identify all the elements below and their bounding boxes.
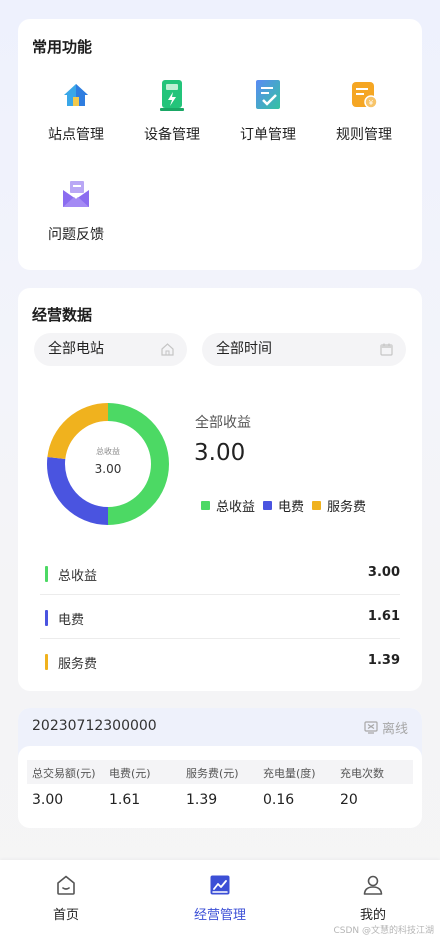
stat-label: 电费 [58, 613, 85, 628]
table-cell: 20 [340, 792, 358, 808]
table-header-cell: 电费(元) [109, 767, 151, 780]
station-management-button[interactable]: 站点管理 [28, 78, 124, 144]
table-header-cell: 充电次数 [340, 767, 384, 780]
rule-icon: ¥ [352, 82, 378, 109]
offline-status: 离线 [364, 718, 408, 737]
home-icon [57, 875, 75, 895]
charger-icon [160, 80, 184, 111]
stat-value: 1.61 [367, 609, 400, 624]
station-stats-table: 总交易额(元) 电费(元) 服务费(元) 充电量(度) 充电次数 3.00 1.… [18, 746, 422, 828]
watermark: CSDN @文慧的科技江湖 [333, 926, 434, 936]
stat-color-bar [45, 610, 48, 626]
order-icon [256, 80, 280, 109]
nav-label: 经营管理 [193, 908, 246, 923]
stat-row-service: 服务费 1.39 [40, 640, 400, 684]
table-header-cell: 总交易额(元) [32, 767, 96, 780]
donut-center-value: 3.00 [94, 462, 122, 476]
table-cell: 1.61 [109, 792, 141, 808]
station-card[interactable]: 20230712300000 离线 总交易额(元) 电费(元) 服务费(元) 充… [18, 708, 422, 828]
user-icon [363, 875, 383, 895]
time-filter-select[interactable]: 全部时间 [202, 333, 406, 366]
offline-label: 离线 [381, 722, 408, 737]
legend-label: 电费 [278, 500, 305, 515]
rule-management-label: 规则管理 [336, 127, 392, 143]
chart-icon [210, 875, 230, 895]
business-data-card: 经营数据 全部电站 全部时间 总收益 3.00 全部收益 3.00 总收益 电费… [18, 288, 422, 691]
legend-item-total: 总收益 [201, 496, 255, 515]
legend-swatch [263, 501, 272, 510]
order-management-label: 订单管理 [240, 127, 296, 143]
station-filter-value: 全部电站 [48, 341, 104, 357]
legend-swatch [312, 501, 321, 510]
bottom-nav: 首页 经营管理 我的 CSDN @文慧的科技江湖 [0, 860, 440, 942]
legend-label: 服务费 [327, 500, 367, 515]
business-data-title: 经营数据 [32, 306, 93, 324]
summary-value: 3.00 [194, 440, 246, 466]
station-management-label: 站点管理 [48, 127, 104, 143]
feedback-icon [63, 181, 89, 207]
stat-value: 3.00 [367, 565, 400, 580]
divider [40, 594, 400, 595]
common-functions-card: 常用功能 站点管理 设备管理 订单管理 ¥ 规则管理 问题反馈 [18, 19, 422, 270]
legend-label: 总收益 [216, 500, 256, 515]
stat-value: 1.39 [367, 653, 400, 668]
divider [40, 638, 400, 639]
order-management-button[interactable]: 订单管理 [220, 78, 316, 144]
table-header-cell: 服务费(元) [186, 767, 239, 780]
nav-item-business[interactable]: 经营管理 [175, 874, 265, 923]
stat-row-total: 总收益 3.00 [40, 552, 400, 596]
nav-item-mine[interactable]: 我的 [328, 874, 418, 923]
nav-label: 我的 [359, 908, 386, 923]
svg-text:¥: ¥ [369, 99, 374, 107]
table-cell: 0.16 [263, 792, 295, 808]
house-icon [64, 84, 88, 106]
table-header-row: 总交易额(元) 电费(元) 服务费(元) 充电量(度) 充电次数 [27, 760, 413, 784]
stat-label: 总收益 [58, 569, 98, 584]
rule-management-button[interactable]: ¥ 规则管理 [316, 78, 412, 144]
device-management-button[interactable]: 设备管理 [124, 78, 220, 144]
stat-row-electricity: 电费 1.61 [40, 596, 400, 640]
offline-icon [364, 721, 378, 734]
feedback-label: 问题反馈 [48, 227, 104, 243]
stat-color-bar [45, 654, 48, 670]
nav-label: 首页 [52, 908, 79, 923]
legend-item-service: 服务费 [312, 496, 366, 515]
table-header-cell: 充电量(度) [263, 767, 316, 780]
home-outline-icon [161, 343, 174, 356]
stat-label: 服务费 [58, 657, 98, 672]
station-filter-select[interactable]: 全部电站 [34, 333, 187, 366]
calendar-icon [380, 343, 393, 356]
station-id: 20230712300000 [32, 718, 157, 734]
table-cell: 1.39 [186, 792, 218, 808]
time-filter-value: 全部时间 [216, 341, 272, 357]
stat-color-bar [45, 566, 48, 582]
feedback-button[interactable]: 问题反馈 [28, 178, 124, 244]
legend-swatch [201, 501, 210, 510]
common-functions-title: 常用功能 [32, 38, 93, 56]
device-management-label: 设备管理 [144, 127, 200, 143]
summary-label: 全部收益 [195, 415, 251, 431]
donut-center-label: 总收益 [96, 447, 120, 456]
nav-item-home[interactable]: 首页 [21, 874, 111, 923]
legend-item-electricity: 电费 [263, 496, 304, 515]
table-cell: 3.00 [32, 792, 64, 808]
